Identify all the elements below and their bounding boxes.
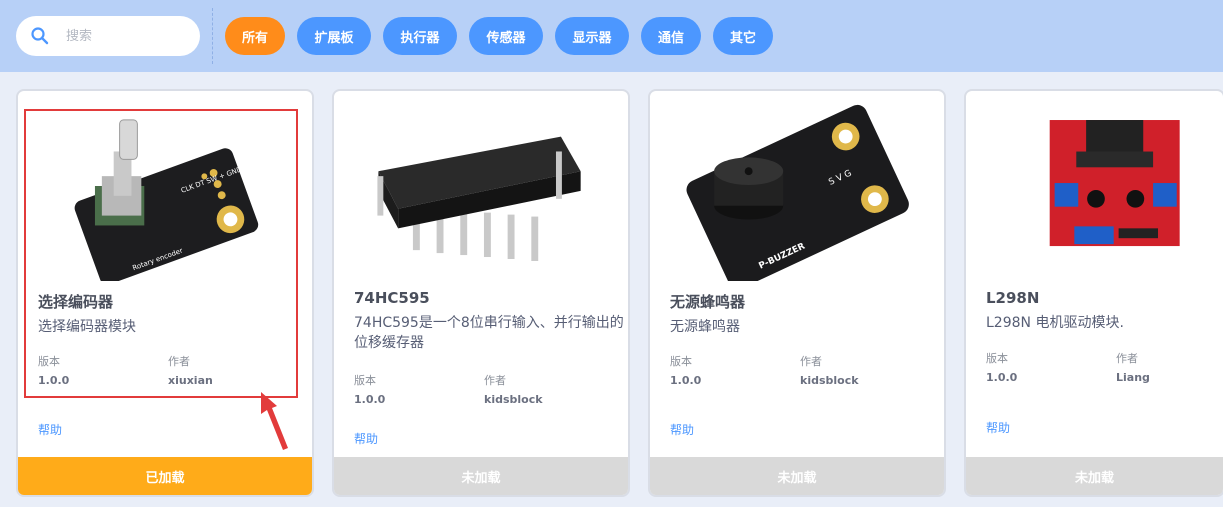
author-label: 作者 [800, 355, 822, 368]
filter-tag-actuator[interactable]: 执行器 [383, 17, 457, 55]
author-value: kidsblock [484, 393, 543, 406]
version-label: 版本 [38, 355, 60, 368]
load-status-button[interactable]: 未加载 [650, 457, 944, 495]
card-description: 74HC595是一个8位串行输入、并行输出的位移缓存器 [354, 315, 624, 351]
card-title: L298N [986, 289, 1040, 307]
card-title: 选择编码器 [38, 293, 114, 311]
search-box[interactable] [16, 16, 200, 56]
author-value: Liang [1116, 371, 1150, 384]
card-description: 选择编码器模块 [38, 319, 136, 335]
l298n-module-image [1049, 120, 1180, 247]
extension-card-74hc595[interactable]: 74HC595 74HC595是一个8位串行输入、并行输出的位移缓存器 版本 作… [332, 89, 630, 497]
filter-tag-all[interactable]: 所有 [225, 17, 285, 55]
version-label: 版本 [670, 355, 692, 368]
divider [212, 8, 213, 64]
buzzer-module-image: P-BUZZER S V G [686, 104, 909, 281]
load-status-button[interactable]: 已加载 [18, 457, 312, 495]
extension-card-buzzer[interactable]: P-BUZZER S V G 无源蜂鸣器 无源蜂鸣器 版本 作者 1.0.0 k… [648, 89, 946, 497]
version-value: 1.0.0 [38, 374, 70, 387]
load-status-button[interactable]: 未加载 [966, 457, 1223, 495]
top-filter-bar: 所有 扩展板 执行器 传感器 显示器 通信 其它 [0, 0, 1223, 72]
ic-chip-image [377, 136, 581, 261]
card-description: L298N 电机驱动模块. [986, 315, 1124, 331]
version-value: 1.0.0 [354, 393, 386, 406]
filter-tag-other[interactable]: 其它 [713, 17, 773, 55]
load-status-button[interactable]: 未加载 [334, 457, 628, 495]
version-label: 版本 [354, 374, 376, 387]
version-value: 1.0.0 [670, 374, 702, 387]
rotary-encoder-image: CLK DT SW + GND Rotary encoder [74, 119, 259, 281]
filter-tag-communication[interactable]: 通信 [641, 17, 701, 55]
card-description: 无源蜂鸣器 [670, 319, 740, 335]
filter-tag-shield[interactable]: 扩展板 [297, 17, 371, 55]
help-link[interactable]: 帮助 [354, 430, 378, 447]
author-value: kidsblock [800, 374, 859, 387]
filter-tag-sensor[interactable]: 传感器 [469, 17, 543, 55]
search-icon [31, 27, 49, 45]
search-input[interactable] [66, 24, 190, 48]
version-label: 版本 [986, 352, 1008, 365]
author-value: xiuxian [168, 374, 213, 387]
card-title: 74HC595 [354, 289, 430, 307]
author-label: 作者 [168, 355, 190, 368]
card-title: 无源蜂鸣器 [670, 293, 746, 311]
help-link[interactable]: 帮助 [986, 419, 1010, 436]
version-value: 1.0.0 [986, 371, 1018, 384]
author-label: 作者 [484, 374, 506, 387]
help-link[interactable]: 帮助 [670, 421, 694, 438]
extension-card-l298n[interactable]: L298N L298N 电机驱动模块. 版本 作者 1.0.0 Liang 帮助… [964, 89, 1223, 497]
extension-card-encoder[interactable]: CLK DT SW + GND Rotary encoder 选择编码器 选择编… [16, 89, 314, 497]
author-label: 作者 [1116, 352, 1138, 365]
help-link[interactable]: 帮助 [38, 421, 62, 438]
filter-tag-display[interactable]: 显示器 [555, 17, 629, 55]
